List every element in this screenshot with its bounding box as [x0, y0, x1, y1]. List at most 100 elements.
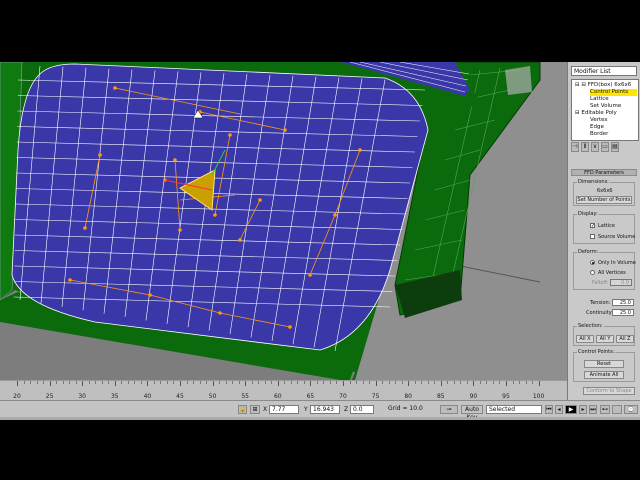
- ruler-minor-tick: [532, 381, 534, 384]
- conform-to-shape-button[interactable]: Conform to Shape: [583, 387, 635, 395]
- ruler-minor-tick: [225, 381, 227, 384]
- only-in-volume-radio[interactable]: [590, 260, 595, 265]
- ruler-minor-tick: [356, 381, 358, 384]
- control-points-group: Control Points: Reset Animate All: [573, 349, 635, 382]
- ruler-label: 45: [176, 393, 184, 400]
- stack-item-label: Edge: [590, 124, 604, 130]
- lock-selection-icon[interactable]: 🔒: [238, 405, 247, 414]
- ruler-minor-tick: [153, 381, 155, 384]
- x-coord-label: X: [263, 406, 268, 413]
- letterbox-bottom: [0, 420, 640, 480]
- stack-item[interactable]: Edge: [590, 124, 604, 131]
- ruler-tick: [180, 381, 181, 386]
- z-coord-label: Z: [344, 406, 349, 413]
- ruler-label: 40: [143, 393, 152, 400]
- stack-item[interactable]: Lattice: [590, 96, 609, 103]
- source-volume-checkbox[interactable]: [590, 234, 595, 239]
- tension-spinner[interactable]: 25.0: [612, 299, 634, 306]
- make-unique-icon[interactable]: ∨: [591, 142, 599, 152]
- ruler-label: 35: [110, 393, 119, 400]
- ruler-tick: [310, 381, 312, 386]
- next-frame-icon[interactable]: ▸: [579, 405, 587, 414]
- continuity-spinner[interactable]: 25.0: [612, 309, 634, 316]
- stack-item-label: Set Volume: [590, 103, 622, 109]
- ruler-minor-tick: [290, 381, 292, 384]
- ruler-label: 50: [208, 393, 217, 400]
- animate-all-button[interactable]: Animate All: [584, 371, 624, 379]
- ffd-control-point: [308, 273, 312, 277]
- selection-set-dropdown[interactable]: Selected: [486, 405, 542, 414]
- ffd-control-point: [148, 293, 152, 297]
- ruler-minor-tick: [219, 381, 221, 384]
- y-coord-field[interactable]: 16.943: [310, 405, 340, 414]
- play-icon[interactable]: ▶: [565, 405, 577, 414]
- key-icon[interactable]: ⊸: [440, 405, 458, 414]
- lattice-checkbox[interactable]: ✓: [590, 223, 595, 229]
- all-vertices-radio[interactable]: [590, 270, 595, 275]
- remove-modifier-icon[interactable]: ▭: [601, 142, 609, 152]
- ffd-control-point: [258, 198, 262, 202]
- show-end-result-icon[interactable]: Ⅱ: [581, 142, 589, 152]
- reset-button[interactable]: Reset: [584, 360, 624, 368]
- ruler-tick: [375, 381, 377, 386]
- ruler-label: 20: [13, 393, 21, 400]
- configure-sets-icon[interactable]: ▤: [611, 142, 619, 152]
- dimensions-group: Dimensions: 6x6x6 Set Number of Points: [573, 179, 635, 206]
- blue-surface: [11, 63, 429, 351]
- select-all-y-button[interactable]: All Y: [596, 335, 614, 343]
- ruler-minor-tick: [127, 381, 129, 384]
- x-coord-field[interactable]: 7.77: [269, 405, 299, 414]
- ruler-minor-tick: [460, 381, 462, 384]
- ffd-parameters-rollout[interactable]: FFD Parameters: [571, 169, 637, 176]
- ffd-control-point: [213, 213, 217, 217]
- previous-frame-icon[interactable]: ◂: [555, 405, 563, 414]
- expand-collapse-icon[interactable]: ⊟ ⊟: [575, 82, 588, 88]
- ffd-control-point: [178, 228, 182, 232]
- ruler-minor-tick: [434, 381, 436, 384]
- z-coord-field[interactable]: 0.0: [350, 405, 374, 414]
- ruler-minor-tick: [238, 381, 240, 384]
- key-mode-icon[interactable]: ⊷: [600, 405, 610, 414]
- modifier-list-dropdown[interactable]: Modifier List: [571, 66, 637, 76]
- time-ruler[interactable]: 20 25 30 35 40 45 50 55 60 65 70 75 80 85 90 95 100: [0, 380, 567, 401]
- ruler-tick: [408, 381, 410, 386]
- set-number-of-points-button[interactable]: Set Number of Points: [576, 196, 632, 204]
- go-to-end-icon[interactable]: ⏭: [589, 405, 597, 414]
- stack-item[interactable]: Control Points: [590, 89, 637, 96]
- auto-key-button[interactable]: Auto Key: [461, 405, 483, 421]
- select-all-z-button[interactable]: All Z: [616, 335, 634, 343]
- stack-item[interactable]: Border: [590, 131, 608, 138]
- ruler-tick: [538, 381, 540, 386]
- ruler-minor-tick: [95, 381, 97, 384]
- ruler-minor-tick: [166, 381, 168, 384]
- select-all-x-button[interactable]: All X: [576, 335, 594, 343]
- only-in-volume-label: Only In Volume: [598, 260, 636, 266]
- modifier-stack[interactable]: ⊟ ⊟ FFD(box) 6x6x6 Control Points Lattice S…: [571, 79, 639, 141]
- ruler-tick: [212, 381, 214, 386]
- ruler-label: 85: [436, 393, 445, 400]
- viewport-scene: [0, 62, 541, 380]
- stack-item[interactable]: Set Volume: [590, 103, 621, 110]
- ruler-minor-tick: [108, 381, 110, 384]
- pin-stack-icon[interactable]: ⊣: [571, 142, 579, 152]
- ruler-tick: [277, 381, 279, 386]
- time-config-icon[interactable]: ⌚: [624, 405, 638, 414]
- absolute-mode-icon[interactable]: ⊞: [250, 405, 260, 414]
- ruler-minor-tick: [271, 381, 273, 384]
- ruler-label: 100: [532, 393, 545, 400]
- stack-item[interactable]: ⊟ ⊟ FFD(box) 6x6x6: [575, 82, 631, 89]
- letterbox-top: [0, 0, 640, 62]
- perspective-viewport[interactable]: [0, 62, 567, 380]
- stack-item[interactable]: Vertex: [590, 117, 608, 124]
- current-frame-field[interactable]: [612, 405, 622, 414]
- stack-item[interactable]: ⊟ Editable Poly: [575, 110, 617, 117]
- ffd-control-point: [113, 86, 117, 90]
- ruler-minor-tick: [199, 381, 201, 384]
- stack-item-label: FFD(box) 6x6x6: [587, 82, 632, 88]
- ruler-tick: [114, 381, 116, 386]
- gizmo-box: [505, 66, 532, 95]
- ruler-minor-tick: [362, 381, 364, 384]
- ffd-control-point: [173, 158, 177, 162]
- go-to-start-icon[interactable]: ⏮: [545, 405, 553, 414]
- ffd-control-point: [68, 278, 72, 282]
